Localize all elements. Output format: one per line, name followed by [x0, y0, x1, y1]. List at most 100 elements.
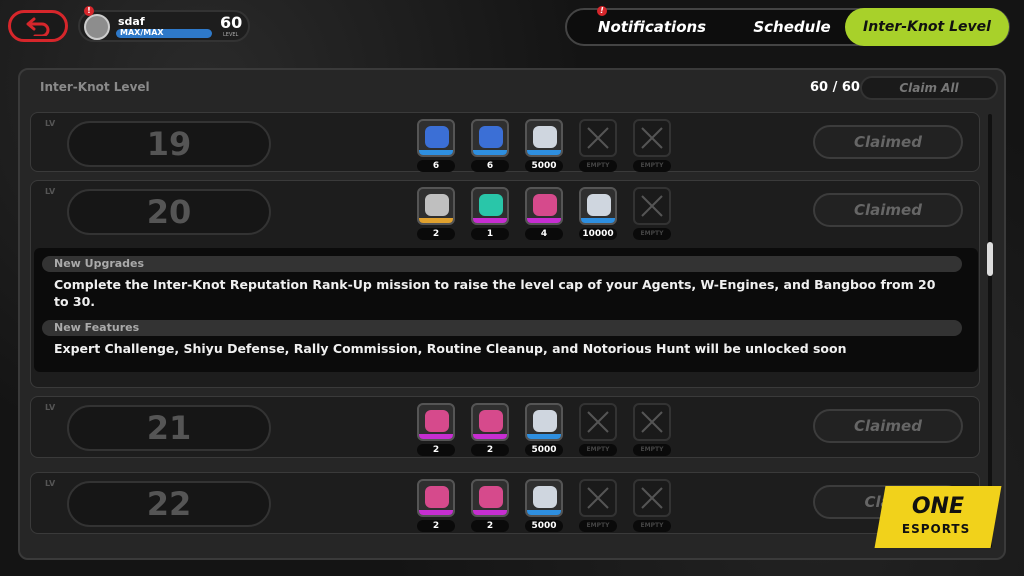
inter-knot-level-panel: Inter-Knot Level 60 / 60 Claim All LV 19 … — [18, 68, 1006, 560]
reward-item[interactable]: 2 — [417, 187, 455, 240]
reward-item[interactable]: 5000 — [525, 403, 563, 456]
rarity-stripe — [527, 218, 561, 223]
reward-item[interactable]: 2 — [471, 403, 509, 456]
rarity-stripe — [527, 434, 561, 439]
reward-item[interactable]: 6 — [417, 119, 455, 172]
rarity-stripe — [419, 510, 453, 515]
username: sdaf — [118, 15, 145, 28]
reward-quantity: 2 — [417, 228, 455, 240]
panel-title: Inter-Knot Level — [40, 80, 150, 94]
reward-quantity: 1 — [471, 228, 509, 240]
reward-quantity: 10000 — [579, 228, 617, 240]
level-prefix: LV — [45, 479, 56, 488]
purple-item-icon — [533, 194, 557, 216]
info-section-heading: New Upgrades — [42, 256, 962, 272]
purple-item-icon — [479, 486, 503, 508]
claim-status-button[interactable]: Claimed — [813, 409, 963, 443]
reward-item[interactable]: 2 — [417, 403, 455, 456]
reward-quantity: 4 — [525, 228, 563, 240]
empty-slot-icon — [633, 479, 671, 517]
reward-slot-empty: EMPTY — [579, 479, 617, 532]
empty-slot-icon — [633, 187, 671, 225]
dennies-icon — [587, 194, 611, 216]
dennies-icon — [533, 486, 557, 508]
level-number: 20 — [67, 189, 271, 235]
reward-slot-empty: EMPTY — [633, 187, 671, 240]
avatar — [84, 14, 110, 40]
reward-slot-empty: EMPTY — [579, 119, 617, 172]
info-section-heading: New Features — [42, 320, 962, 336]
info-section-text: Complete the Inter-Knot Reputation Rank-… — [54, 277, 936, 309]
reward-quantity: 2 — [471, 444, 509, 456]
empty-slot-icon — [579, 403, 617, 441]
rarity-stripe — [473, 218, 507, 223]
reward-item[interactable]: 2 — [417, 479, 455, 532]
level-number: 21 — [67, 405, 271, 451]
level-row: LV 22 2 2 5000 EMPTY EMPTY — [30, 472, 980, 534]
logo-text-esports: ESPORTS — [901, 522, 971, 536]
level-number: 22 — [67, 481, 271, 527]
profile-alert-badge: ! — [84, 6, 94, 16]
tab-schedule[interactable]: Schedule — [732, 10, 852, 44]
empty-label: EMPTY — [579, 444, 617, 456]
reward-item[interactable]: 2 — [471, 479, 509, 532]
reward-slot-empty: EMPTY — [633, 119, 671, 172]
empty-label: EMPTY — [633, 228, 671, 240]
reward-item[interactable]: 4 — [525, 187, 563, 240]
empty-slot-icon — [633, 119, 671, 157]
claim-status-button[interactable]: Claimed — [813, 193, 963, 227]
logo-text-one: ONE — [911, 494, 965, 519]
tab-notifications[interactable]: ! Notifications — [577, 6, 727, 44]
empty-slot-icon — [633, 403, 671, 441]
claim-all-button[interactable]: Claim All — [860, 76, 998, 100]
empty-label: EMPTY — [579, 160, 617, 172]
purple-item-icon — [425, 410, 449, 432]
purple-item-icon — [479, 410, 503, 432]
reward-slot-empty: EMPTY — [633, 479, 671, 532]
reward-item[interactable]: 1 — [471, 187, 509, 240]
info-section-text: Expert Challenge, Shiyu Defense, Rally C… — [54, 341, 847, 356]
back-button[interactable] — [8, 10, 68, 42]
reward-item[interactable]: 6 — [471, 119, 509, 172]
reward-quantity: 6 — [471, 160, 509, 172]
player-level-label: LEVEL — [223, 32, 239, 38]
scrollbar-track[interactable] — [988, 114, 992, 548]
reward-item[interactable]: 10000 — [579, 187, 617, 240]
reward-item[interactable]: 5000 — [525, 479, 563, 532]
notification-badge: ! — [597, 6, 607, 16]
rarity-stripe — [473, 434, 507, 439]
empty-label: EMPTY — [633, 160, 671, 172]
level-prefix: LV — [45, 119, 56, 128]
reward-item[interactable]: 5000 — [525, 119, 563, 172]
rarity-stripe — [473, 510, 507, 515]
reward-quantity: 2 — [417, 444, 455, 456]
reward-quantity: 2 — [471, 520, 509, 532]
rarity-stripe — [419, 150, 453, 155]
tab-inter-knot-level[interactable]: Inter-Knot Level — [845, 8, 1009, 46]
back-arrow-icon — [26, 17, 50, 36]
reward-quantity: 2 — [417, 520, 455, 532]
tab-notifications-label: Notifications — [597, 18, 707, 36]
empty-label: EMPTY — [633, 444, 671, 456]
empty-slot-icon — [579, 479, 617, 517]
empty-slot-icon — [579, 119, 617, 157]
player-level: 60 — [220, 13, 243, 32]
reward-quantity: 5000 — [525, 160, 563, 172]
profile-card[interactable]: ! sdaf MAX/MAX 60 LEVEL — [78, 6, 250, 42]
reward-slot-empty: EMPTY — [579, 403, 617, 456]
level-row: LV 21 2 2 5000 EMPTY EMPTY Claimed — [30, 396, 980, 458]
level-prefix: LV — [45, 403, 56, 412]
rarity-stripe — [581, 218, 615, 223]
rarity-stripe — [527, 150, 561, 155]
level-row: LV 19 6 6 5000 EMPTY EMPTY Claimed — [30, 112, 980, 172]
reward-slot-empty: EMPTY — [633, 403, 671, 456]
tab-bar: ! Notifications Schedule Inter-Knot Leve… — [565, 6, 1010, 46]
ticket-icon — [479, 194, 503, 216]
claim-status-button[interactable]: Claimed — [813, 125, 963, 159]
rarity-stripe — [419, 434, 453, 439]
reward-quantity: 5000 — [525, 444, 563, 456]
rarity-stripe — [473, 150, 507, 155]
level-number: 19 — [67, 121, 271, 167]
rank-bar: MAX/MAX — [116, 28, 212, 38]
scrollbar-thumb[interactable] — [987, 242, 993, 276]
